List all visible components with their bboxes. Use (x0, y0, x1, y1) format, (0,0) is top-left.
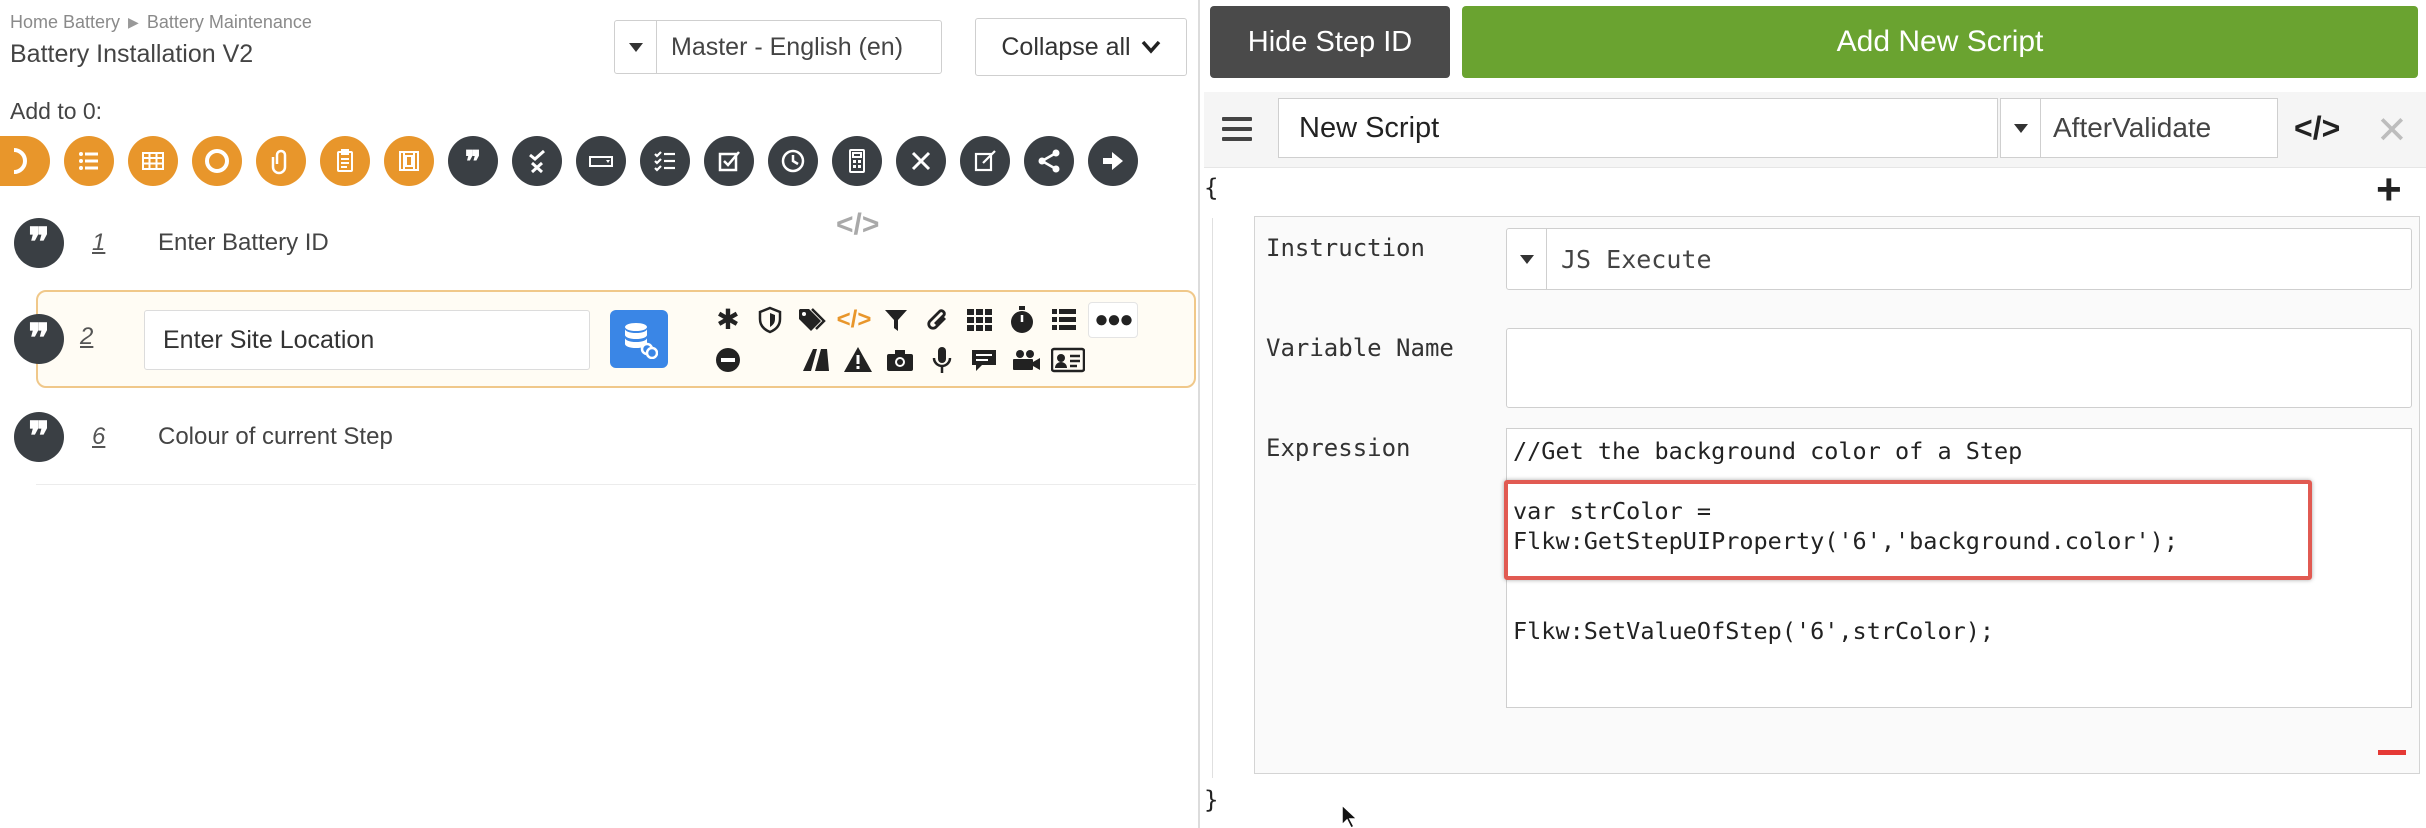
breadcrumb-separator-icon: ▶ (128, 14, 139, 30)
script-name-input[interactable]: New Script (1278, 98, 1998, 158)
svg-text:❞: ❞ (465, 146, 481, 176)
breadcrumb-home-battery[interactable]: Home Battery (10, 12, 120, 33)
event-select[interactable]: AfterValidate (2000, 98, 2278, 158)
hamburger-menu-icon[interactable] (1222, 112, 1252, 146)
mouse-cursor-icon (1341, 804, 1359, 828)
code-line: Flkw:SetValueOfStep('6',strColor); (1513, 617, 1995, 645)
users-video-icon[interactable] (1008, 342, 1044, 378)
paperclip-icon[interactable] (920, 302, 956, 338)
more-options-icon[interactable]: ●●● (1088, 302, 1138, 338)
add-new-script-button[interactable]: Add New Script (1462, 6, 2418, 78)
step-number[interactable]: 1 (92, 229, 132, 257)
close-brace: } (1204, 786, 1219, 814)
clock-icon[interactable] (768, 136, 818, 186)
divider (36, 484, 1196, 485)
calculator-icon[interactable] (832, 136, 882, 186)
warning-icon[interactable] (840, 342, 876, 378)
quote-icon: ❞ (14, 412, 64, 462)
instruction-label: Instruction (1266, 234, 1425, 262)
minus-circle-icon[interactable] (710, 342, 746, 378)
grid-table-icon[interactable] (128, 136, 178, 186)
list-icon[interactable] (64, 136, 114, 186)
stopwatch-icon[interactable] (1004, 302, 1040, 338)
code-view-icon[interactable]: </> (2294, 110, 2340, 147)
tools-icon[interactable] (896, 136, 946, 186)
step-number[interactable]: 6 (92, 423, 132, 451)
add-to-label: Add to 0: (10, 98, 103, 124)
event-select-value: AfterValidate (2053, 112, 2212, 143)
step-label: Enter Battery ID (158, 229, 329, 256)
edit-icon[interactable] (960, 136, 1010, 186)
step-label: Colour of current Step (158, 423, 393, 450)
close-icon[interactable]: ✕ (2376, 108, 2408, 153)
comment-icon[interactable] (966, 342, 1002, 378)
shield-icon[interactable] (752, 302, 788, 338)
code-line: //Get the background color of a Step (1513, 437, 2023, 465)
hide-step-id-button[interactable]: Hide Step ID (1210, 6, 1450, 78)
step-tools: ✱ </> ●●● (710, 300, 1190, 380)
clipboard-icon[interactable] (320, 136, 370, 186)
microphone-icon[interactable] (924, 342, 960, 378)
id-card-icon[interactable] (1050, 342, 1086, 378)
input-box-icon[interactable] (576, 136, 626, 186)
arrow-right-icon[interactable] (1088, 136, 1138, 186)
share-icon[interactable] (1024, 136, 1074, 186)
checkbox-icon[interactable] (704, 136, 754, 186)
add-step-toolbar: ❞ (0, 136, 1138, 186)
checklist-icon[interactable] (640, 136, 690, 186)
chevron-down-icon (1141, 40, 1160, 54)
grid-icon[interactable] (962, 302, 998, 338)
highlight-annotation (1504, 480, 2312, 580)
language-select-value: Master - English (en) (671, 32, 904, 61)
database-link-icon[interactable] (610, 310, 668, 368)
add-instruction-icon[interactable]: + (2376, 168, 2402, 212)
quote-icon: ❞ (14, 218, 64, 268)
collapse-all-button[interactable]: Collapse all (975, 18, 1187, 76)
collapse-all-label: Collapse all (1001, 32, 1131, 61)
step-editor-pane: Home Battery ▶ Battery Maintenance Batte… (0, 0, 1198, 828)
list-details-icon[interactable] (1046, 302, 1082, 338)
open-brace: { (1204, 174, 1219, 202)
page-title: Battery Installation V2 (10, 40, 254, 68)
step-row-6[interactable]: ❞ 6 Colour of current Step (14, 412, 1194, 462)
script-editor-pane: Hide Step ID Add New Script New Script A… (1200, 0, 2426, 828)
variable-name-input[interactable] (1506, 328, 2412, 408)
tags-icon[interactable] (794, 302, 830, 338)
film-icon[interactable] (384, 136, 434, 186)
caret-down-icon[interactable] (2001, 99, 2041, 157)
circle-icon[interactable] (192, 136, 242, 186)
breadcrumb-battery-maintenance[interactable]: Battery Maintenance (147, 12, 312, 33)
check-x-icon[interactable] (512, 136, 562, 186)
instruction-select[interactable]: JS Execute (1506, 228, 2412, 290)
step-row-1[interactable]: ❞ 1 Enter Battery ID (14, 218, 1194, 268)
filter-icon[interactable] (878, 302, 914, 338)
quote-icon[interactable]: ❞ (448, 136, 498, 186)
breadcrumb: Home Battery ▶ Battery Maintenance (10, 12, 312, 33)
attachment-icon[interactable] (256, 136, 306, 186)
language-select[interactable]: Master - English (en) (614, 20, 942, 74)
expression-label: Expression (1266, 434, 1411, 462)
caret-down-icon[interactable] (615, 21, 657, 73)
code-icon[interactable]: </> (836, 302, 872, 338)
step-label-input[interactable]: Enter Site Location (144, 310, 590, 370)
remove-instruction-icon[interactable] (2378, 750, 2406, 755)
instruction-select-value: JS Execute (1561, 244, 1712, 274)
step-2-type: ❞ (14, 314, 64, 364)
asterisk-icon[interactable]: ✱ (710, 302, 746, 338)
road-icon[interactable] (798, 342, 834, 378)
step-number[interactable]: 2 (80, 323, 93, 351)
camera-icon[interactable] (882, 342, 918, 378)
half-circle-icon[interactable] (0, 136, 50, 186)
quote-icon: ❞ (14, 314, 64, 364)
variable-name-label: Variable Name (1266, 334, 1454, 362)
caret-down-icon[interactable] (1507, 229, 1547, 289)
